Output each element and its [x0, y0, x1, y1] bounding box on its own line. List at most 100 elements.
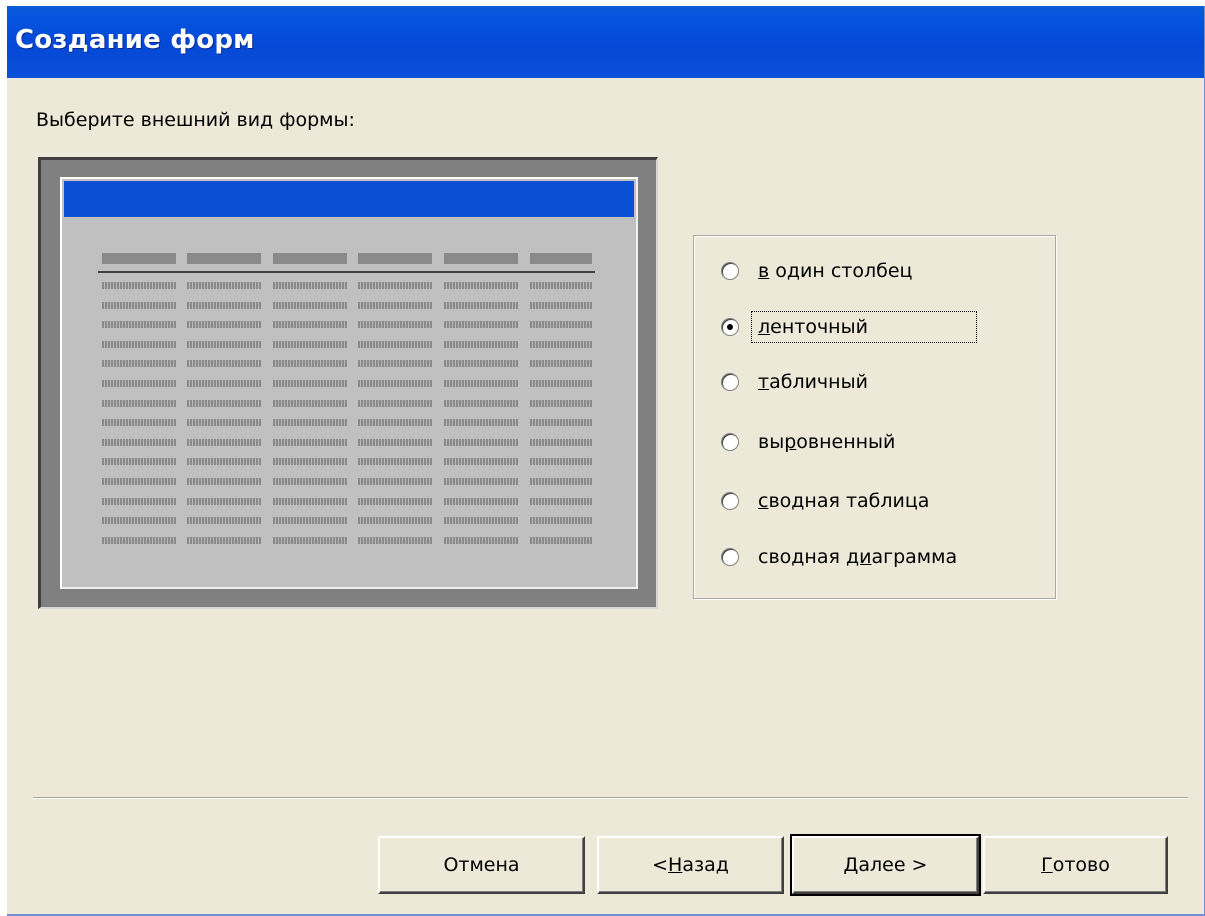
preview-cell [102, 438, 176, 446]
preview-cell [444, 478, 518, 485]
preview-cell [273, 536, 347, 544]
preview-cell [444, 380, 518, 387]
preview-cell [187, 282, 261, 289]
preview-cell [102, 497, 176, 505]
preview-cell [273, 399, 347, 407]
preview-cell [444, 282, 518, 289]
radio-pivot-chart[interactable] [721, 548, 739, 566]
preview-cell [530, 340, 592, 348]
option-datasheet-label: табличный [758, 371, 868, 393]
preview-column-header [102, 253, 176, 264]
preview-cell [530, 360, 592, 368]
preview-cell [358, 419, 432, 427]
back-button[interactable]: < Назад [597, 836, 784, 894]
option-tabular-label: ленточный [751, 311, 977, 343]
preview-cell [273, 301, 347, 309]
preview-cell [187, 301, 261, 309]
button-separator [33, 797, 1188, 798]
preview-cell [358, 340, 432, 348]
preview-cell [187, 419, 261, 427]
option-pivot-chart-label: сводная диаграмма [758, 546, 958, 568]
next-button[interactable]: Далее > [790, 834, 981, 896]
preview-column-header [273, 253, 347, 264]
preview-cell [358, 478, 432, 485]
preview-cell [273, 282, 347, 289]
option-justified[interactable]: выровненный [721, 427, 899, 457]
option-pivot-chart[interactable]: сводная диаграмма [721, 542, 961, 572]
preview-cell [444, 340, 518, 348]
preview-column-header [530, 253, 592, 264]
radio-columnar[interactable] [721, 262, 739, 280]
preview-cell [444, 438, 518, 446]
preview-cell [358, 438, 432, 446]
preview-cell [102, 458, 176, 466]
preview-column-header [358, 253, 432, 264]
preview-cell [530, 438, 592, 446]
preview-cell [273, 458, 347, 466]
preview-cell [444, 360, 518, 368]
preview-cell [102, 360, 176, 368]
preview-cell [530, 301, 592, 309]
preview-cell [102, 517, 176, 525]
preview-cell [187, 321, 261, 329]
layout-preview [38, 157, 658, 609]
radio-tabular[interactable] [721, 318, 739, 336]
layout-prompt: Выберите внешний вид формы: [36, 109, 355, 131]
option-columnar-label: в один столбец [758, 260, 913, 282]
preview-cell [102, 380, 176, 387]
cancel-button[interactable]: Отмена [378, 836, 585, 894]
preview-cell [444, 517, 518, 525]
preview-cell [187, 399, 261, 407]
preview-cell [358, 301, 432, 309]
preview-cell [273, 360, 347, 368]
preview-cell [102, 282, 176, 289]
preview-cell [187, 478, 261, 485]
preview-cell [358, 282, 432, 289]
radio-justified[interactable] [721, 433, 739, 451]
preview-cell [530, 282, 592, 289]
preview-cell [358, 458, 432, 466]
preview-cell [444, 301, 518, 309]
option-justified-label: выровненный [758, 431, 896, 453]
preview-cell [273, 478, 347, 485]
preview-cell [273, 497, 347, 505]
preview-cell [358, 399, 432, 407]
preview-cell [273, 340, 347, 348]
finish-button[interactable]: Готово [983, 836, 1168, 894]
preview-cell [530, 478, 592, 485]
option-datasheet[interactable]: табличный [721, 367, 872, 397]
preview-cell [530, 419, 592, 427]
option-pivot-table[interactable]: сводная таблица [721, 486, 933, 516]
preview-cell [530, 497, 592, 505]
option-tabular[interactable]: ленточный [721, 311, 977, 343]
radio-pivot-table[interactable] [721, 492, 739, 510]
preview-cell [102, 321, 176, 329]
preview-cell [102, 399, 176, 407]
preview-cell [530, 399, 592, 407]
preview-cell [530, 536, 592, 544]
preview-cell [187, 517, 261, 525]
preview-cell [530, 517, 592, 525]
radio-datasheet[interactable] [721, 373, 739, 391]
preview-cell [102, 340, 176, 348]
preview-form [60, 177, 638, 589]
option-columnar[interactable]: в один столбец [721, 256, 916, 286]
preview-cell [187, 360, 261, 368]
preview-cell [444, 458, 518, 466]
preview-cell [102, 419, 176, 427]
preview-column-header [444, 253, 518, 264]
preview-cell [530, 380, 592, 387]
preview-cell [273, 419, 347, 427]
window-title: Создание форм [15, 25, 255, 55]
preview-cell [530, 458, 592, 466]
preview-cell [273, 380, 347, 387]
preview-cell [187, 497, 261, 505]
option-pivot-table-label: сводная таблица [758, 490, 930, 512]
preview-cell [187, 458, 261, 466]
preview-cell [358, 497, 432, 505]
preview-cell [187, 380, 261, 387]
preview-cell [358, 360, 432, 368]
wizard-window: Создание форм Выберите внешний вид формы… [7, 6, 1205, 916]
preview-cell [358, 517, 432, 525]
preview-form-header [64, 181, 634, 217]
